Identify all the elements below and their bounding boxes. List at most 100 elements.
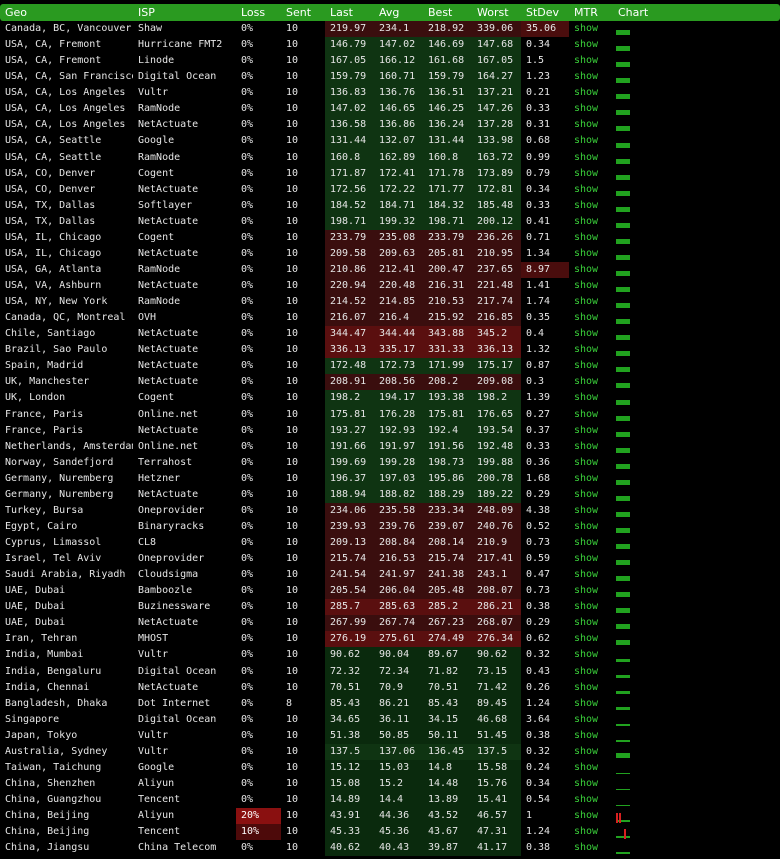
- mtr-show-link[interactable]: show: [569, 647, 613, 663]
- col-avg: Avg: [374, 4, 423, 21]
- best-cell: 215.74: [423, 551, 472, 568]
- avg-cell: 162.89: [374, 149, 423, 166]
- geo-cell: Singapore: [5, 713, 60, 725]
- mtr-show-link[interactable]: show: [569, 230, 613, 246]
- table-row: China, Beijing Tencent 10% 10 45.33 45.36 43.6…: [0, 824, 780, 841]
- loss-cell: 0%: [241, 569, 254, 581]
- mtr-show-link[interactable]: show: [569, 631, 613, 647]
- best-cell: 198.73: [423, 454, 472, 471]
- isp-cell: NetActuate: [138, 215, 199, 227]
- worst-cell: 198.2: [472, 390, 521, 407]
- mtr-show-link[interactable]: show: [569, 294, 613, 310]
- mtr-show-link[interactable]: show: [569, 792, 613, 808]
- avg-cell: 44.36: [374, 808, 423, 825]
- loss-cell: 20%: [236, 808, 281, 825]
- mtr-show-link[interactable]: show: [569, 53, 613, 69]
- best-cell: 131.44: [423, 133, 472, 150]
- mtr-show-link[interactable]: show: [569, 278, 613, 294]
- best-cell: 136.24: [423, 117, 472, 134]
- mtr-show-link[interactable]: show: [569, 37, 613, 53]
- stdev-cell: 3.64: [526, 713, 551, 725]
- mtr-show-link[interactable]: show: [569, 214, 613, 230]
- mtr-show-link[interactable]: show: [569, 680, 613, 696]
- worst-cell: 189.22: [472, 486, 521, 503]
- sent-cell: 10: [286, 777, 299, 789]
- sent-cell: 10: [286, 328, 299, 340]
- mtr-show-link[interactable]: show: [569, 117, 613, 133]
- mtr-show-link[interactable]: show: [569, 824, 613, 840]
- mtr-show-link[interactable]: show: [569, 326, 613, 342]
- loss-cell: 0%: [241, 392, 254, 404]
- mtr-show-link[interactable]: show: [569, 69, 613, 85]
- mtr-show-link[interactable]: show: [569, 776, 613, 792]
- sent-cell: 10: [286, 119, 299, 131]
- avg-cell: 216.4: [374, 310, 423, 327]
- mtr-show-link[interactable]: show: [569, 182, 613, 198]
- worst-cell: 268.07: [472, 615, 521, 632]
- latency-bar: [616, 303, 630, 309]
- mtr-show-link[interactable]: show: [569, 133, 613, 149]
- table-body: Canada, BC, Vancouver Shaw 0% 10 219.97 234.1…: [0, 21, 780, 857]
- isp-cell: NetActuate: [138, 617, 199, 629]
- loss-cell: 0%: [241, 247, 254, 259]
- mtr-show-link[interactable]: show: [569, 615, 613, 631]
- mtr-show-link[interactable]: show: [569, 487, 613, 503]
- isp-cell: NetActuate: [138, 247, 199, 259]
- table-row: USA, CA, Fremont Linode 0% 10 167.05 166.12 16…: [0, 53, 780, 70]
- geo-cell: USA, IL, Chicago: [5, 231, 102, 243]
- mtr-show-link[interactable]: show: [569, 407, 613, 423]
- loss-cell: 0%: [241, 55, 254, 67]
- mtr-show-link[interactable]: show: [569, 599, 613, 615]
- latency-chart: [613, 101, 780, 117]
- latency-bar: [616, 511, 630, 517]
- mtr-show-link[interactable]: show: [569, 101, 613, 117]
- best-cell: 171.78: [423, 165, 472, 182]
- mtr-show-link[interactable]: show: [569, 358, 613, 374]
- mtr-show-link[interactable]: show: [569, 696, 613, 712]
- mtr-show-link[interactable]: show: [569, 455, 613, 471]
- stdev-cell: 0.54: [526, 794, 551, 806]
- latency-bar: [616, 658, 630, 662]
- sent-cell: 10: [286, 601, 299, 613]
- best-cell: 215.92: [423, 310, 472, 327]
- loss-cell: 0%: [241, 103, 254, 115]
- latency-chart: [613, 455, 780, 471]
- mtr-show-link[interactable]: show: [569, 664, 613, 680]
- isp-cell: NetActuate: [138, 376, 199, 388]
- latency-chart: [613, 439, 780, 455]
- loss-cell: 0%: [241, 697, 254, 709]
- mtr-show-link[interactable]: show: [569, 808, 613, 824]
- mtr-show-link[interactable]: show: [569, 262, 613, 278]
- mtr-show-link[interactable]: show: [569, 390, 613, 406]
- mtr-show-link[interactable]: show: [569, 471, 613, 487]
- mtr-show-link[interactable]: show: [569, 85, 613, 101]
- mtr-show-link[interactable]: show: [569, 728, 613, 744]
- mtr-show-link[interactable]: show: [569, 744, 613, 760]
- mtr-show-link[interactable]: show: [569, 503, 613, 519]
- mtr-show-link[interactable]: show: [569, 760, 613, 776]
- mtr-show-link[interactable]: show: [569, 583, 613, 599]
- best-cell: 218.92: [423, 21, 472, 38]
- sent-cell: 10: [286, 665, 299, 677]
- latency-chart: [613, 551, 780, 567]
- mtr-show-link[interactable]: show: [569, 21, 613, 37]
- mtr-show-link[interactable]: show: [569, 519, 613, 535]
- mtr-show-link[interactable]: show: [569, 198, 613, 214]
- worst-cell: 147.26: [472, 101, 521, 118]
- stdev-cell: 35.06: [521, 21, 569, 38]
- mtr-show-link[interactable]: show: [569, 439, 613, 455]
- mtr-show-link[interactable]: show: [569, 535, 613, 551]
- mtr-show-link[interactable]: show: [569, 150, 613, 166]
- mtr-show-link[interactable]: show: [569, 567, 613, 583]
- mtr-show-link[interactable]: show: [569, 166, 613, 182]
- table-row: Chile, Santiago NetActuate 0% 10 344.47 344.4…: [0, 326, 780, 343]
- mtr-show-link[interactable]: show: [569, 246, 613, 262]
- mtr-show-link[interactable]: show: [569, 423, 613, 439]
- mtr-show-link[interactable]: show: [569, 342, 613, 358]
- mtr-show-link[interactable]: show: [569, 551, 613, 567]
- mtr-show-link[interactable]: show: [569, 310, 613, 326]
- mtr-show-link[interactable]: show: [569, 712, 613, 728]
- latency-chart: [613, 230, 780, 246]
- mtr-show-link[interactable]: show: [569, 374, 613, 390]
- mtr-show-link[interactable]: show: [569, 840, 613, 856]
